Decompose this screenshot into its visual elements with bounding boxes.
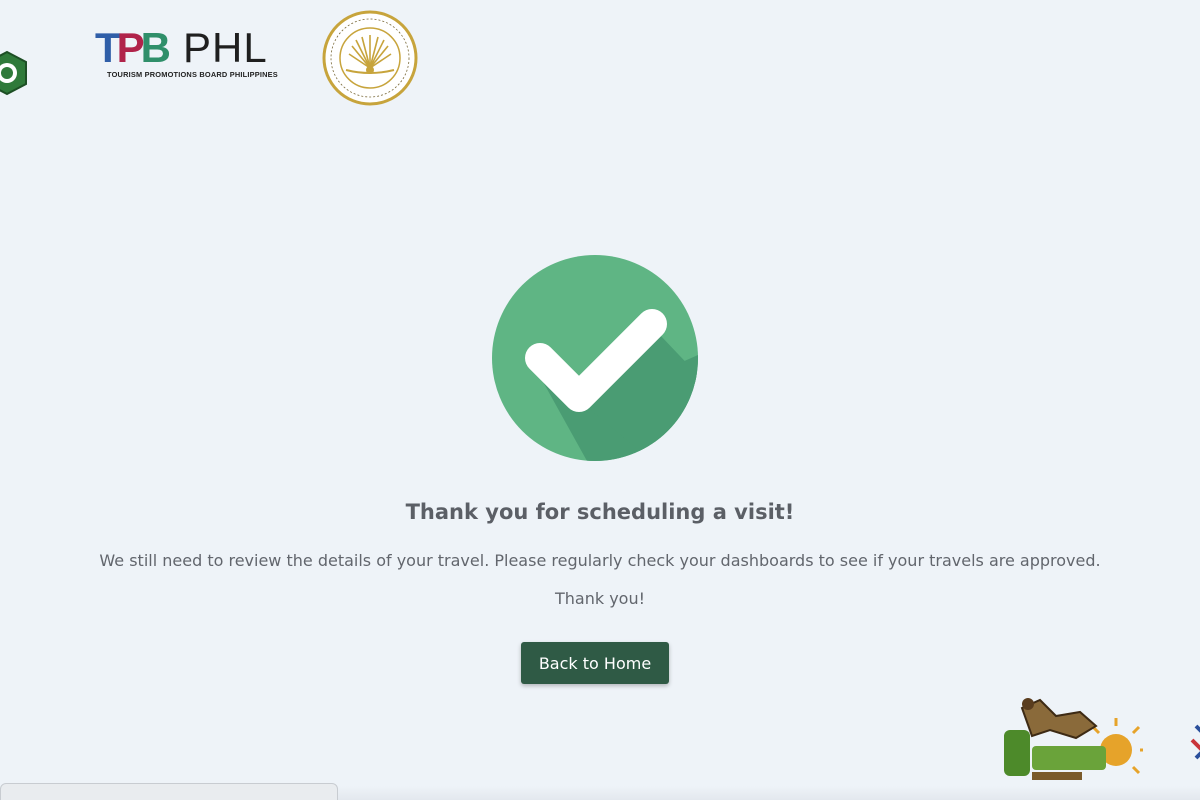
browser-download-bar <box>0 783 338 800</box>
department-of-tourism-seal <box>322 10 418 106</box>
tpb-letter-t: T <box>95 24 121 71</box>
confirmation-page: TPB PHL TOURISM PROMOTIONS BOARD PHILIPP… <box>0 0 1200 800</box>
partial-brand-logo <box>1190 724 1200 760</box>
tpb-letter-p: P <box>116 24 145 71</box>
check-circle-icon <box>492 255 698 461</box>
baguio-tourism-logo <box>1004 698 1143 780</box>
partial-emblem-logo <box>0 50 27 96</box>
tpb-subtitle: TOURISM PROMOTIONS BOARD PHILIPPINES <box>107 70 278 79</box>
confirmation-message: We still need to review the details of y… <box>99 551 1101 570</box>
tpb-phl-logo: TPB PHL TOURISM PROMOTIONS BOARD PHILIPP… <box>95 24 285 82</box>
tpb-wordmark: PHL <box>183 24 268 71</box>
thank-you-text: Thank you! <box>554 589 646 608</box>
back-to-home-button[interactable]: Back to Home <box>521 642 669 684</box>
tpb-letter-b: B <box>140 24 171 71</box>
confirmation-title: Thank you for scheduling a visit! <box>405 500 795 524</box>
